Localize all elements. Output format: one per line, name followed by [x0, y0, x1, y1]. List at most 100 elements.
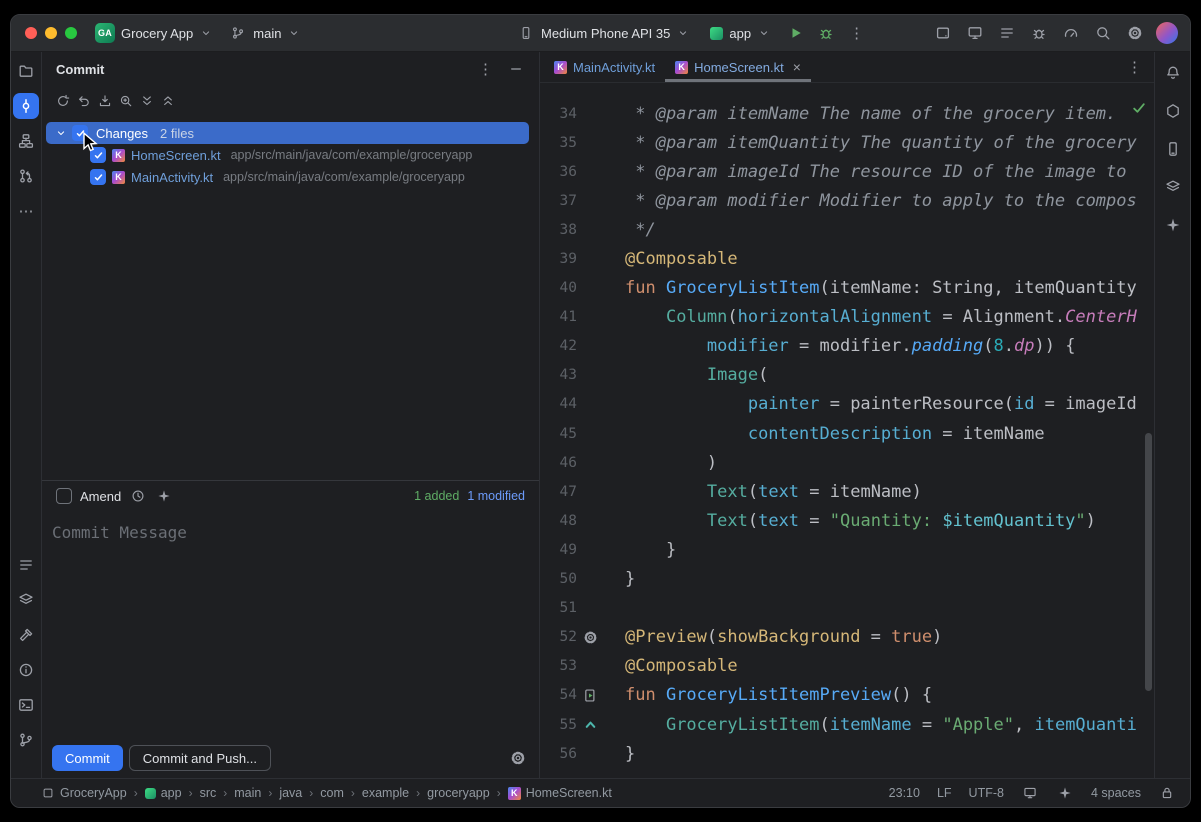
breadcrumb-item[interactable]: KHomeScreen.kt — [508, 786, 612, 800]
gemini-icon[interactable] — [1160, 212, 1186, 238]
more-run-actions-icon[interactable]: ⋮ — [845, 26, 868, 41]
project-folder-icon[interactable] — [13, 58, 39, 84]
notifications-icon[interactable] — [1160, 60, 1186, 86]
gradle-icon[interactable] — [1160, 98, 1186, 124]
diff-icon[interactable] — [117, 92, 135, 110]
version-control-icon[interactable] — [13, 727, 39, 753]
code-line[interactable]: 49 } — [540, 535, 1154, 564]
commit-panel-options-icon[interactable]: ⋮ — [474, 62, 497, 77]
commit-message-input[interactable]: Commit Message — [42, 511, 539, 738]
commit-button[interactable]: Commit — [52, 745, 123, 771]
zoom-window-button[interactable] — [65, 27, 77, 39]
code-line[interactable]: 53@Composable — [540, 652, 1154, 681]
breadcrumb-item[interactable]: groceryapp — [427, 786, 490, 800]
running-devices-icon[interactable] — [964, 22, 986, 44]
lock-icon[interactable] — [1158, 784, 1176, 802]
commit-icon[interactable] — [13, 93, 39, 119]
code-line[interactable]: 45 contentDescription = itemName — [540, 419, 1154, 448]
running-devices-icon[interactable] — [1160, 136, 1186, 162]
run-configuration-selector[interactable]: app — [704, 23, 777, 44]
file-checkbox[interactable] — [90, 169, 106, 185]
code-line[interactable]: 37 * @param modifier Modifier to apply t… — [540, 186, 1154, 215]
rollback-icon[interactable] — [75, 92, 93, 110]
terminal-icon[interactable] — [13, 692, 39, 718]
device-manager-icon[interactable] — [932, 22, 954, 44]
code-line[interactable]: 55 GroceryListItem(itemName = "Apple", i… — [540, 710, 1154, 739]
profiler-icon[interactable] — [1060, 22, 1082, 44]
code-line[interactable]: 44 painter = painterResource(id = imageI… — [540, 390, 1154, 419]
debug-button[interactable] — [815, 22, 837, 44]
code-line[interactable]: 35 * @param itemQuantity The quantity of… — [540, 128, 1154, 157]
code-line[interactable]: 40fun GroceryListItem(itemName: String, … — [540, 274, 1154, 303]
cursor-position[interactable]: 23:10 — [889, 786, 920, 800]
changed-file-row[interactable]: KHomeScreen.ktapp/src/main/java/com/exam… — [42, 144, 539, 166]
commit-and-push-button[interactable]: Commit and Push... — [129, 745, 271, 771]
logcat-icon[interactable] — [13, 552, 39, 578]
changes-checkbox[interactable] — [72, 125, 88, 141]
run-preview-icon[interactable] — [581, 686, 599, 704]
changes-group-row[interactable]: Changes 2 files — [46, 122, 529, 144]
code-line[interactable]: 43 Image( — [540, 361, 1154, 390]
app-insights-icon[interactable] — [1028, 22, 1050, 44]
run-button[interactable] — [785, 22, 807, 44]
code-line[interactable]: 48 Text(text = "Quantity: $itemQuantity"… — [540, 506, 1154, 535]
tab-mainactivity[interactable]: K MainActivity.kt — [544, 52, 665, 82]
breadcrumb-item[interactable]: example — [362, 786, 409, 800]
added-count[interactable]: 1 added — [414, 489, 459, 503]
code-line[interactable]: 34 * @param itemName The name of the gro… — [540, 99, 1154, 128]
code-line[interactable]: 50} — [540, 565, 1154, 594]
code-line[interactable]: 42 modifier = modifier.padding(8.dp)) { — [540, 332, 1154, 361]
expand-all-icon[interactable] — [138, 92, 156, 110]
user-avatar[interactable] — [1156, 22, 1178, 44]
shelve-icon[interactable] — [96, 92, 114, 110]
breadcrumb-item[interactable]: java — [279, 786, 302, 800]
code-line[interactable]: 39@Composable — [540, 244, 1154, 273]
code-line[interactable]: 52@Preview(showBackground = true) — [540, 623, 1154, 652]
code-line[interactable]: 36 * @param imageId The resource ID of t… — [540, 157, 1154, 186]
structure-icon[interactable] — [13, 128, 39, 154]
preview-settings-icon[interactable] — [581, 628, 599, 646]
collapse-all-icon[interactable] — [159, 92, 177, 110]
chevron-up-teal-icon[interactable] — [581, 716, 599, 734]
changed-file-row[interactable]: KMainActivity.ktapp/src/main/java/com/ex… — [42, 166, 539, 188]
code-line[interactable]: 47 Text(text = itemName) — [540, 477, 1154, 506]
minimize-window-button[interactable] — [45, 27, 57, 39]
breadcrumb-item[interactable]: main — [234, 786, 261, 800]
ai-assistant-icon[interactable] — [1056, 784, 1074, 802]
indent-info[interactable]: 4 spaces — [1091, 786, 1141, 800]
pull-requests-icon[interactable] — [13, 163, 39, 189]
project-selector[interactable]: GA Grocery App — [89, 20, 219, 46]
more-tool-windows-icon[interactable]: ⋯ — [13, 198, 39, 224]
modified-count[interactable]: 1 modified — [467, 489, 525, 503]
close-window-button[interactable] — [25, 27, 37, 39]
expand-chevron-icon[interactable] — [54, 126, 68, 140]
amend-checkbox[interactable] — [56, 488, 72, 504]
app-inspection-icon[interactable] — [13, 587, 39, 613]
logcat-icon[interactable] — [996, 22, 1018, 44]
refresh-icon[interactable] — [54, 92, 72, 110]
commit-history-icon[interactable] — [129, 487, 147, 505]
device-manager-icon[interactable] — [1160, 174, 1186, 200]
device-selector[interactable]: Medium Phone API 35 — [511, 21, 696, 45]
build-icon[interactable] — [13, 622, 39, 648]
breadcrumb-item[interactable]: app — [145, 786, 182, 800]
hide-tool-window-icon[interactable] — [507, 60, 525, 78]
settings-icon[interactable] — [1124, 22, 1146, 44]
code-line[interactable]: 38 */ — [540, 215, 1154, 244]
file-checkbox[interactable] — [90, 147, 106, 163]
file-encoding[interactable]: UTF-8 — [969, 786, 1004, 800]
code-line[interactable]: 41 Column(horizontalAlignment = Alignmen… — [540, 303, 1154, 332]
ai-commit-message-icon[interactable] — [155, 487, 173, 505]
reader-mode-icon[interactable] — [1021, 784, 1039, 802]
problems-icon[interactable] — [13, 657, 39, 683]
commit-options-gear-icon[interactable] — [507, 747, 529, 769]
breadcrumb-item[interactable]: GroceryApp — [41, 786, 127, 800]
editor-scrollbar[interactable] — [1145, 433, 1152, 691]
code-line[interactable]: 46 ) — [540, 448, 1154, 477]
code-line[interactable]: 56} — [540, 739, 1154, 768]
close-tab-icon[interactable]: × — [793, 60, 801, 74]
code-line[interactable]: 51 — [540, 594, 1154, 623]
branch-selector[interactable]: main — [223, 21, 307, 45]
tab-homescreen[interactable]: K HomeScreen.kt × — [665, 52, 811, 82]
breadcrumb-item[interactable]: com — [320, 786, 344, 800]
